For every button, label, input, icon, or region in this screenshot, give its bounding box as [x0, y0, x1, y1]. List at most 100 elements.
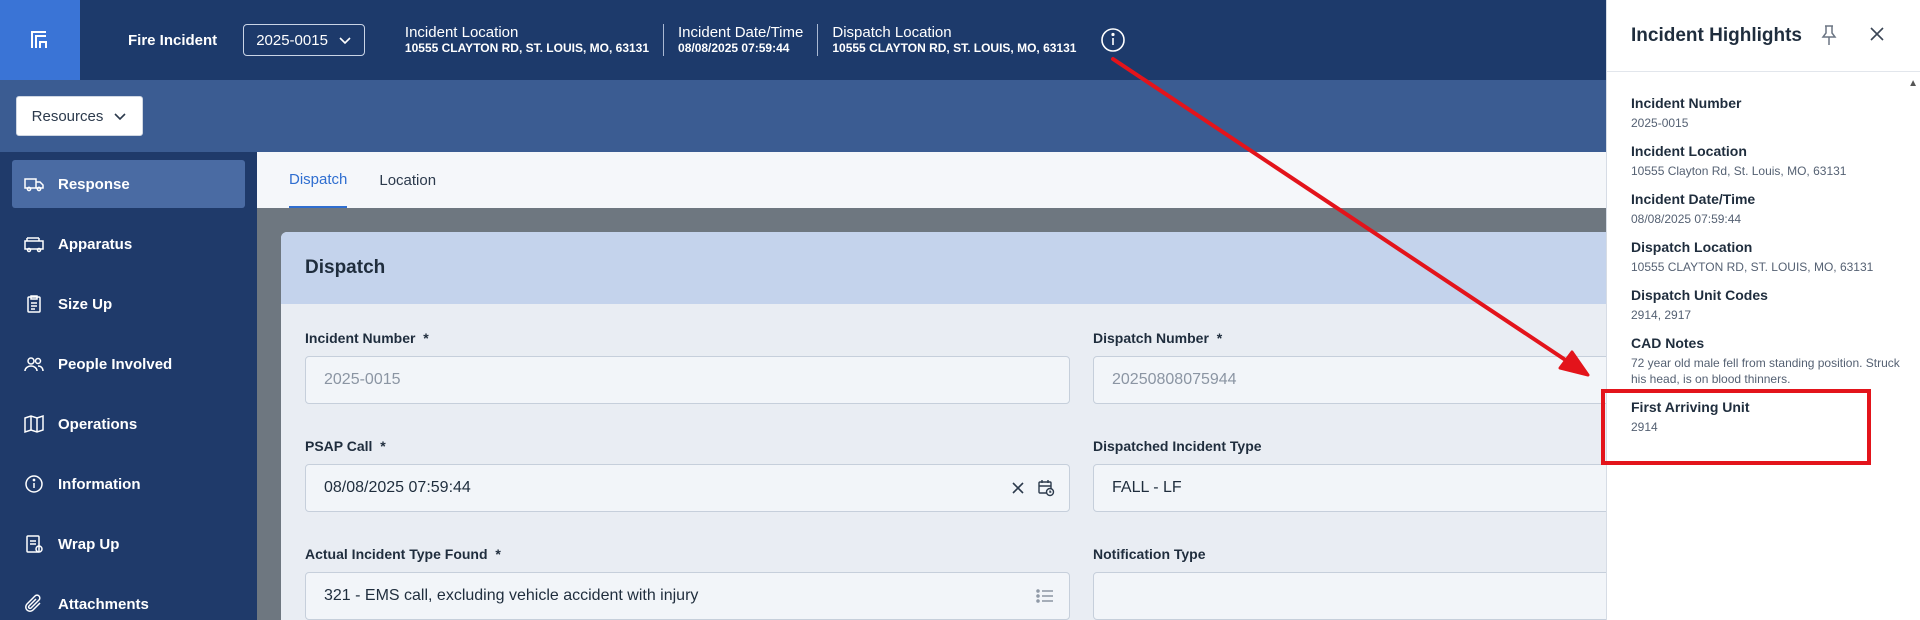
highlight-value: 72 year old male fell from standing posi… [1631, 356, 1900, 387]
notification-type-input[interactable] [1093, 572, 1606, 620]
incident-number-field: Incident Number * 2025-0015 [305, 330, 1070, 404]
dispatched-incident-type-field: Dispatched Incident Type FALL - LF [1093, 438, 1606, 512]
incident-location-label: Incident Location [404, 24, 519, 42]
sidebar-item-wrap-up[interactable]: Wrap Up [0, 514, 257, 574]
field-label: Dispatch Number * [1093, 330, 1606, 346]
highlight-value: 2025-0015 [1631, 116, 1689, 130]
highlight-label: Incident Number [1631, 95, 1742, 111]
dispatch-number-field: Dispatch Number * 20250808075944 [1093, 330, 1606, 404]
chevron-down-icon [114, 113, 126, 121]
panel-header: Incident Highlights [1607, 0, 1920, 72]
incident-datetime-label: Incident Date/Time [678, 24, 804, 42]
required-mark: * [423, 330, 429, 346]
highlight-label: Dispatch Location [1631, 239, 1753, 255]
highlight-label: Incident Date/Time [1631, 191, 1756, 207]
highlight-label: Incident Location [1631, 143, 1747, 159]
fire-truck-icon [24, 237, 44, 253]
incident-select-value: 2025-0015 [256, 31, 328, 49]
sidebar-item-label: Wrap Up [58, 535, 120, 553]
dispatch-number-input[interactable]: 20250808075944 [1093, 356, 1606, 404]
close-icon[interactable] [1869, 26, 1885, 42]
sidebar-item-label: People Involved [58, 355, 173, 373]
actual-incident-type-input[interactable]: 321 - EMS call, excluding vehicle accide… [305, 572, 1070, 620]
psap-call-input[interactable]: 08/08/2025 07:59:44 [305, 464, 1070, 512]
incident-number-input[interactable]: 2025-0015 [305, 356, 1070, 404]
resources-dropdown[interactable]: Resources [16, 96, 143, 136]
incident-highlights-panel: Incident Highlights ▲ Incident Number 20… [1606, 0, 1920, 620]
chevron-down-icon [339, 37, 351, 45]
actual-incident-type-field: Actual Incident Type Found * 321 - EMS c… [305, 546, 1070, 620]
incident-location-value: 10555 CLAYTON RD, ST. LOUIS, MO, 63131 [404, 40, 650, 55]
calendar-clock-icon[interactable] [1037, 479, 1055, 497]
sidebar-item-operations[interactable]: Operations [0, 394, 257, 454]
sidebar-item-label: Apparatus [58, 235, 133, 253]
incident-datetime-value: 08/08/2025 07:59:44 [678, 40, 790, 55]
sidebar-item-attachments[interactable]: Attachments [0, 574, 257, 620]
incident-datetime-info: Incident Date/Time 08/08/2025 07:59:44 [664, 25, 817, 55]
resources-label: Resources [31, 107, 104, 125]
sidebar-item-label: Response [58, 175, 130, 193]
list-icon[interactable] [1035, 587, 1055, 605]
highlight-value: 10555 CLAYTON RD, ST. LOUIS, MO, 63131 [1631, 260, 1874, 274]
actual-incident-type-value: 321 - EMS call, excluding vehicle accide… [324, 587, 699, 604]
sidebar-item-size-up[interactable]: Size Up [0, 274, 257, 334]
notification-label: Notification Type [1093, 546, 1206, 562]
annotation-highlight-box [1601, 389, 1871, 465]
paperclip-icon [25, 594, 41, 612]
list-item: Dispatch Unit Codes 2914, 2917 [1607, 287, 1920, 335]
field-label: PSAP Call * [305, 438, 1070, 454]
scroll-up-arrow[interactable]: ▲ [1908, 78, 1918, 89]
dispatched-incident-type-input[interactable]: FALL - LF [1093, 464, 1606, 512]
incident-number-label: Incident Number [305, 330, 416, 346]
info-icon[interactable] [1100, 27, 1126, 53]
sidebar-item-label: Operations [58, 415, 138, 433]
highlight-value: 10555 Clayton Rd, St. Louis, MO, 63131 [1631, 164, 1847, 178]
incident-location-info: Incident Location 10555 CLAYTON RD, ST. … [391, 25, 663, 55]
list-item: Incident Location 10555 Clayton Rd, St. … [1607, 143, 1920, 191]
dispatch-number-label: Dispatch Number [1093, 330, 1209, 346]
list-item: Incident Number 2025-0015 [1607, 95, 1920, 143]
clipboard-icon [27, 295, 41, 313]
app-logo[interactable] [0, 0, 80, 80]
notification-type-field: Notification Type [1093, 546, 1606, 620]
required-mark: * [380, 438, 386, 454]
wrap-icon [26, 535, 43, 553]
map-icon [24, 414, 44, 434]
dispatch-location-info: Dispatch Location 10555 CLAYTON RD, ST. … [818, 25, 1090, 55]
sidebar-item-information[interactable]: Information [0, 454, 257, 514]
actual-type-label: Actual Incident Type Found [305, 546, 488, 562]
tab-bar: Dispatch Location [257, 152, 1606, 208]
highlight-value: 2914, 2917 [1631, 308, 1692, 322]
field-label: Incident Number * [305, 330, 1070, 346]
sidebar-item-people-involved[interactable]: People Involved [0, 334, 257, 394]
sidebar-item-label: Information [58, 475, 141, 493]
field-label: Actual Incident Type Found * [305, 546, 1070, 562]
sidebar-item-label: Attachments [58, 595, 149, 613]
panel-title: Incident Highlights [1631, 24, 1802, 46]
logo-icon [31, 31, 47, 48]
pin-icon[interactable] [1819, 24, 1839, 46]
people-icon [24, 357, 44, 372]
dispatch-card: Dispatch Incident Number * 2025-0015 Dis… [281, 232, 1606, 620]
list-item: Incident Date/Time 08/08/2025 07:59:44 [1607, 191, 1920, 239]
list-item: Dispatch Location 10555 CLAYTON RD, ST. … [1607, 239, 1920, 287]
highlight-value: 08/08/2025 07:59:44 [1631, 212, 1742, 226]
app-name: Fire Incident [128, 31, 218, 49]
sidebar-item-response[interactable]: Response [12, 160, 245, 208]
psap-call-value: 08/08/2025 07:59:44 [324, 479, 471, 496]
required-mark: * [495, 546, 501, 562]
card-title: Dispatch [281, 232, 1606, 304]
highlight-label: CAD Notes [1631, 335, 1705, 351]
sidebar-item-apparatus[interactable]: Apparatus [0, 214, 257, 274]
dispatch-location-label: Dispatch Location [832, 24, 952, 42]
sidebar: Response Apparatus Size Up People Involv… [0, 152, 257, 620]
psap-call-field: PSAP Call * 08/08/2025 07:59:44 [305, 438, 1070, 512]
psap-label: PSAP Call [305, 438, 373, 454]
highlight-label: Dispatch Unit Codes [1631, 287, 1768, 303]
incident-select[interactable]: 2025-0015 [243, 24, 365, 56]
resources-bar: Resources [0, 80, 1606, 152]
required-mark: * [1216, 330, 1223, 346]
clear-icon[interactable] [1009, 479, 1027, 497]
tab-location[interactable]: Location [379, 152, 436, 208]
tab-dispatch[interactable]: Dispatch [289, 152, 348, 208]
